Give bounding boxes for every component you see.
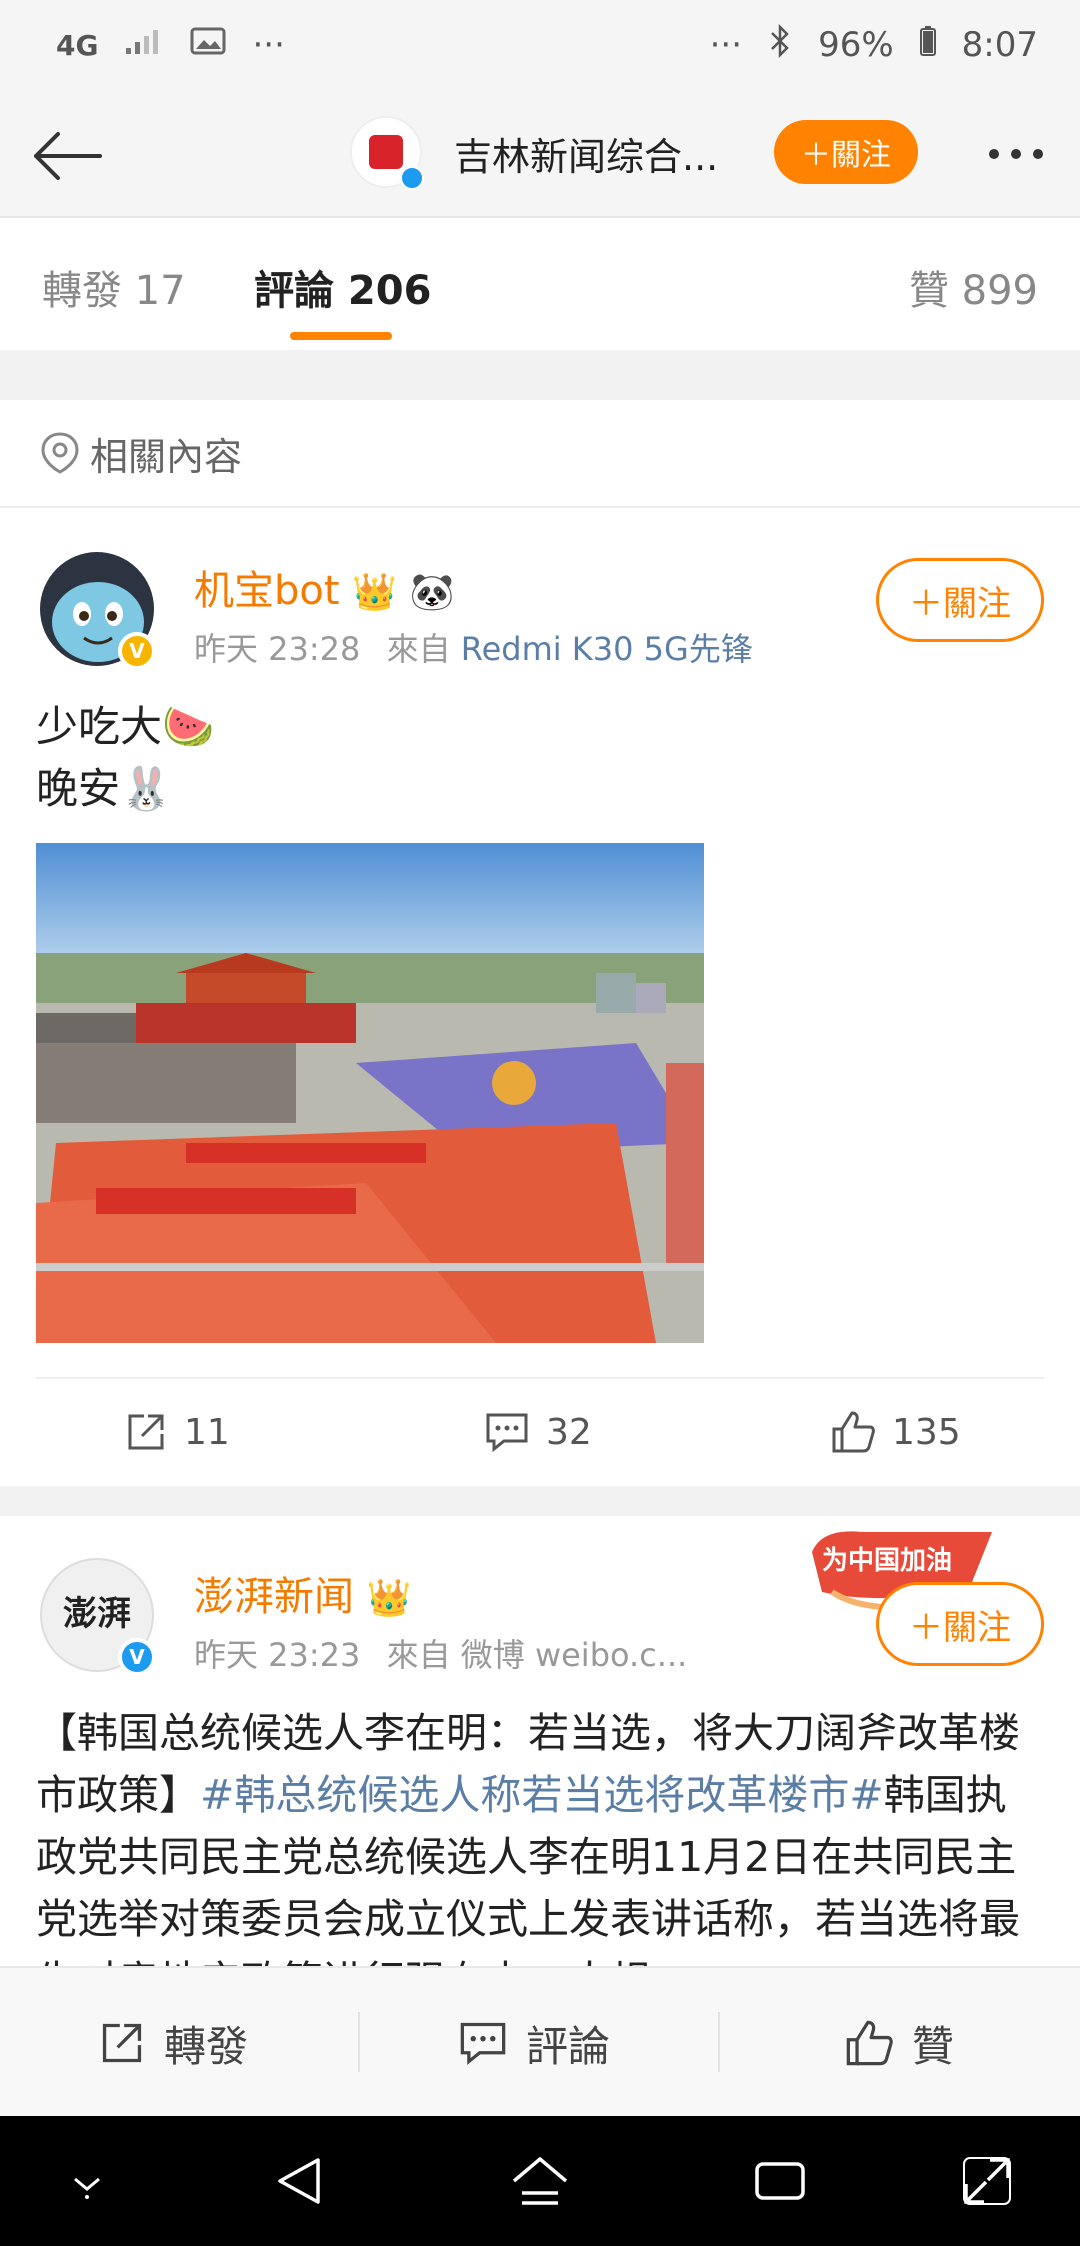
system-navigation-bar	[0, 2116, 1080, 2246]
username-text: 机宝bot	[194, 568, 340, 614]
home-nav-button[interactable]	[505, 2146, 575, 2216]
svg-text:澎湃: 澎湃	[63, 1594, 131, 1634]
related-content-row[interactable]: 相關內容	[0, 400, 1080, 508]
crown-badge-icon: 👑	[352, 572, 398, 613]
verified-icon	[400, 166, 424, 190]
crown-badge-icon: 👑	[366, 1578, 412, 1619]
comment-count: 32	[546, 1411, 592, 1453]
parade-photo-icon	[36, 843, 704, 1343]
share-icon	[102, 2023, 142, 2063]
battery-level: 96%	[818, 25, 894, 65]
back-nav-button[interactable]	[264, 2146, 334, 2216]
post-actions: 11 32 135	[0, 1378, 1080, 1486]
post-line: 少吃大🍉	[36, 702, 215, 751]
hide-keyboard-button[interactable]	[52, 2146, 122, 2216]
divider	[0, 216, 1080, 218]
panda-badge-icon: 🐼	[409, 572, 455, 613]
screen-rotate-button[interactable]	[952, 2146, 1022, 2216]
follow-user-button[interactable]: ＋關注	[876, 558, 1044, 642]
post-body[interactable]: 少吃大🍉 晚安🐰	[36, 696, 214, 820]
like-button[interactable]: 135	[830, 1378, 961, 1486]
tab-bar: 轉發 17 評論 206 贊 899	[0, 220, 1080, 350]
back-triangle-icon	[278, 2158, 320, 2204]
back-arrow-icon	[34, 132, 102, 180]
post-image[interactable]	[36, 843, 704, 1343]
comment-icon	[460, 2022, 506, 2065]
post-source[interactable]: 微博 weibo.c...	[461, 1636, 688, 1674]
verified-icon: V	[118, 632, 156, 670]
more-dot-icon	[989, 149, 999, 159]
bottom-like-label: 贊	[912, 2021, 955, 2071]
bluetooth-icon	[768, 23, 792, 67]
active-tab-indicator	[290, 332, 392, 340]
battery-icon	[919, 25, 936, 65]
home-icon	[512, 2157, 568, 2205]
hashtag-link[interactable]: #韩总统候选人称若当选将改革楼市#	[200, 1771, 884, 1819]
related-label: 相關內容	[90, 434, 243, 479]
network-indicator: 4G	[56, 28, 99, 62]
bottom-repost-button[interactable]: 轉發	[98, 1968, 248, 2118]
tab-reposts[interactable]: 轉發 17	[42, 258, 186, 316]
repost-count: 11	[184, 1411, 230, 1453]
post-time: 昨天 23:23	[194, 1636, 361, 1674]
bottom-comment-button[interactable]: 評論	[458, 1968, 610, 2118]
more-dot-icon	[1033, 149, 1043, 159]
bottom-repost-label: 轉發	[164, 2021, 249, 2071]
thumbs-up-icon	[832, 1411, 875, 1453]
verified-icon: V	[118, 1638, 156, 1676]
bottom-action-bar: 轉發 評論 贊	[0, 1966, 1080, 2116]
divider	[358, 2012, 360, 2072]
channel-title[interactable]: 吉林新闻综合...	[454, 126, 744, 181]
related-icon	[41, 432, 79, 474]
chevron-down-icon	[74, 2177, 100, 2199]
thepaper-logo-icon: 澎湃	[63, 1594, 131, 1634]
from-label: 來自	[386, 630, 451, 668]
post-meta: 昨天 23:23 來自 微博 weibo.c...	[194, 1630, 687, 1676]
recents-icon	[755, 2162, 805, 2200]
signal-icon	[124, 25, 164, 65]
thumbs-up-icon	[846, 2020, 893, 2066]
like-count: 135	[892, 1411, 961, 1453]
post-line: 晚安🐰	[36, 764, 173, 813]
tab-likes[interactable]: 贊 899	[909, 258, 1038, 316]
expand-icon	[963, 2157, 1011, 2205]
post-source[interactable]: Redmi K30 5G先锋	[461, 630, 753, 668]
bottom-like-button[interactable]: 贊	[844, 1968, 954, 2118]
more-notifications-icon: ···	[252, 25, 285, 65]
comment-button[interactable]: 32	[484, 1378, 592, 1486]
username[interactable]: 澎湃新闻 👑	[194, 1564, 412, 1622]
more-dot-icon	[1011, 149, 1021, 159]
post-time: 昨天 23:28	[194, 630, 361, 668]
follow-channel-button[interactable]: ＋關注	[774, 120, 918, 184]
clock: 8:07	[961, 25, 1038, 65]
tab-comments[interactable]: 評論 206	[254, 258, 431, 316]
from-label: 來自	[386, 1636, 451, 1674]
app-header: 吉林新闻综合... ＋關注	[0, 90, 1080, 218]
comment-icon	[486, 1413, 528, 1453]
username[interactable]: 机宝bot 👑 🐼	[194, 558, 455, 616]
recents-nav-button[interactable]	[745, 2146, 815, 2216]
username-text: 澎湃新闻	[194, 1574, 354, 1620]
bottom-comment-label: 評論	[526, 2021, 611, 2071]
gallery-icon	[190, 25, 226, 65]
post-meta: 昨天 23:28 來自 Redmi K30 5G先锋	[194, 624, 753, 670]
post-card[interactable]: 澎湃 V 澎湃新闻 👑 昨天 23:23 來自 微博 weibo.c... 为中…	[0, 1516, 1080, 1966]
channel-avatar[interactable]	[350, 116, 424, 190]
post-body[interactable]: 【韩国总统候选人李在明：若当选，将大刀阔斧改革楼市政策】#韩总统候选人称若当选将…	[36, 1702, 1046, 1966]
share-icon	[128, 1414, 164, 1450]
post-card[interactable]: V 机宝bot 👑 🐼 昨天 23:28 來自 Redmi K30 5G先锋 ＋…	[0, 510, 1080, 1486]
channel-logo-icon	[369, 135, 403, 169]
section-gap	[0, 350, 1080, 400]
more-options-button[interactable]	[974, 124, 1058, 184]
sticker-text: 为中国加油	[822, 1546, 953, 1576]
divider	[718, 2012, 720, 2072]
more-status-icon: ···	[709, 25, 743, 65]
back-button[interactable]	[26, 116, 106, 196]
section-gap	[0, 1486, 1080, 1516]
status-bar: 4G ··· ··· 96% 8:07	[0, 0, 1080, 90]
follow-user-button[interactable]: ＋關注	[876, 1582, 1044, 1666]
repost-button[interactable]: 11	[124, 1378, 230, 1486]
